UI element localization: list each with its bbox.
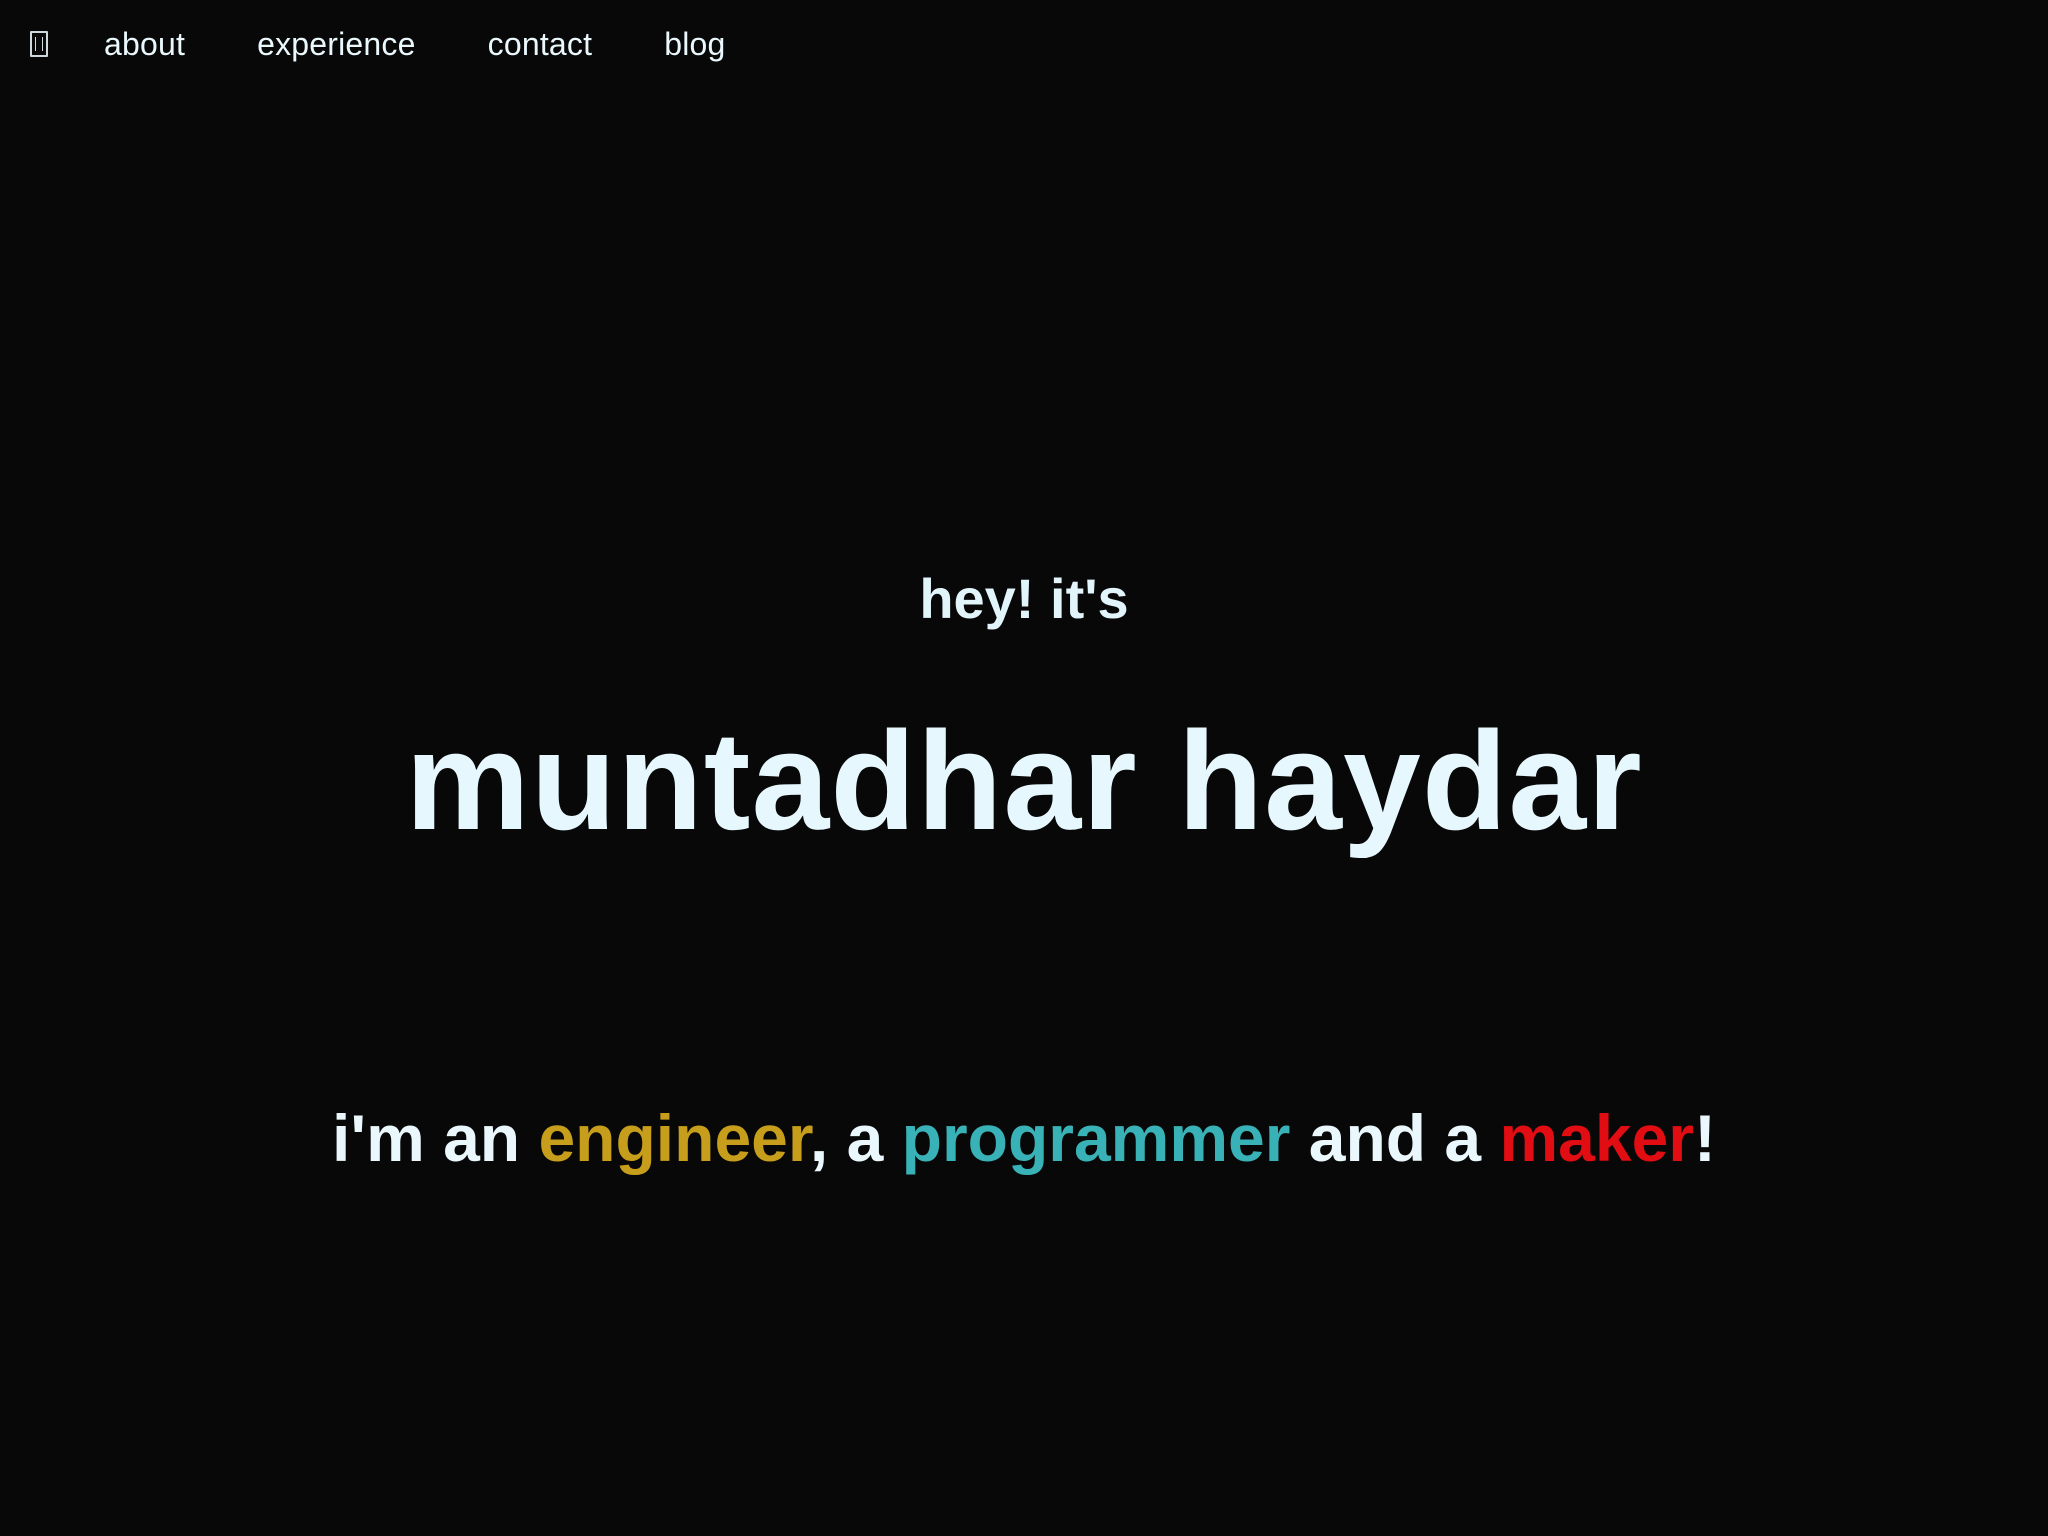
top-navigation: about experience contact blog (0, 0, 726, 88)
hero-tagline: i'm an engineer, a programmer and a make… (0, 1100, 2048, 1176)
tagline-prefix: i'm an (332, 1101, 539, 1175)
tagline-keyword-maker: maker (1499, 1101, 1694, 1175)
nav-link-about[interactable]: about (104, 26, 185, 63)
nav-link-experience[interactable]: experience (257, 26, 416, 63)
page: about experience contact blog hey! it's … (0, 0, 2048, 1536)
tagline-keyword-engineer: engineer (538, 1101, 810, 1175)
tagline-separator-2: and a (1290, 1101, 1500, 1175)
hero-greeting: hey! it's (919, 567, 1129, 630)
tagline-keyword-programmer: programmer (901, 1101, 1291, 1175)
hero-name: muntadhar haydar (405, 702, 1643, 859)
nav-link-contact[interactable]: contact (488, 26, 593, 63)
nav-link-blog[interactable]: blog (664, 26, 725, 63)
tagline-suffix: ! (1693, 1101, 1716, 1175)
home-icon[interactable] (30, 31, 48, 57)
tagline-separator-1: , a (809, 1101, 902, 1175)
